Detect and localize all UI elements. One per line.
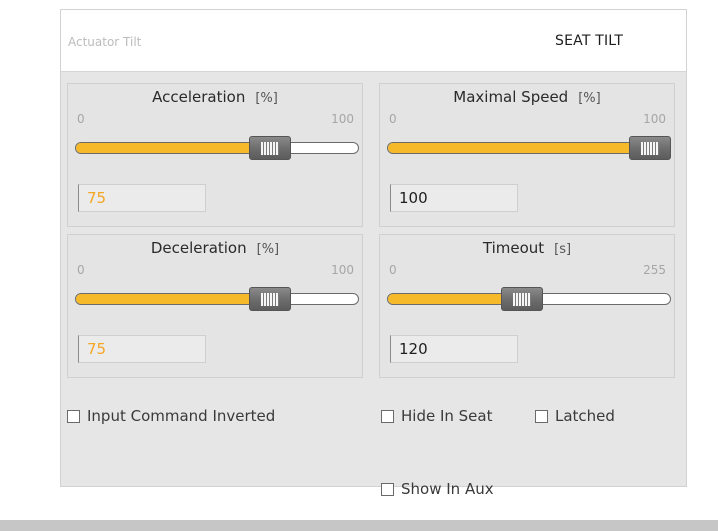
deceleration-value-input[interactable] <box>78 335 206 363</box>
acceleration-slider-handle[interactable] <box>249 136 292 160</box>
deceleration-slider-track[interactable] <box>75 293 359 305</box>
hide-in-seat-label: Hide In Seat <box>401 407 493 425</box>
max-speed-slider-fill <box>388 143 651 153</box>
checkbox-icon <box>381 482 394 496</box>
timeout-group: Timeout [s] 0 255 <box>379 234 675 378</box>
bottom-scrollbar[interactable] <box>0 520 718 531</box>
latched-checkbox[interactable]: Latched <box>535 407 615 425</box>
page-title: SEAT TILT <box>555 33 624 49</box>
acceleration-max-label: 100 <box>331 112 354 126</box>
acceleration-slider-fill <box>76 143 272 153</box>
grip-icon <box>641 142 659 155</box>
timeout-min-label: 0 <box>389 263 397 277</box>
timeout-slider-handle[interactable] <box>500 287 543 311</box>
timeout-unit: [s] <box>554 242 572 257</box>
checkbox-icon <box>381 409 394 423</box>
deceleration-label: Deceleration <box>150 239 247 257</box>
max-speed-label: Maximal Speed <box>453 88 569 106</box>
max-speed-slider-handle[interactable] <box>629 136 671 160</box>
deceleration-unit: [%] <box>256 242 280 257</box>
max-speed-group: Maximal Speed [%] 0 100 <box>379 83 675 227</box>
deceleration-max-label: 100 <box>331 263 354 277</box>
timeout-max-label: 255 <box>643 263 666 277</box>
deceleration-group: Deceleration [%] 0 100 <box>67 234 363 378</box>
group-title: Acceleration [%] <box>68 88 362 106</box>
max-speed-min-label: 0 <box>389 112 397 126</box>
group-title: Maximal Speed [%] <box>380 88 674 106</box>
group-title: Deceleration [%] <box>68 239 362 257</box>
timeout-label: Timeout <box>482 239 545 257</box>
acceleration-unit: [%] <box>255 91 278 106</box>
acceleration-slider-track[interactable] <box>75 142 359 154</box>
grip-icon <box>261 293 280 306</box>
latched-label: Latched <box>555 407 615 425</box>
checkbox-icon <box>67 409 80 423</box>
header-bar: SEAT TILT <box>61 10 686 72</box>
max-speed-unit: [%] <box>578 91 601 106</box>
grip-icon <box>512 293 531 306</box>
acceleration-value-input[interactable] <box>78 184 206 212</box>
group-title: Timeout [s] <box>380 239 674 257</box>
grip-icon <box>261 142 280 155</box>
actuator-name-input[interactable] <box>68 32 268 52</box>
input-command-inverted-label: Input Command Inverted <box>87 407 276 425</box>
show-in-aux-checkbox[interactable]: Show In Aux <box>381 480 494 498</box>
deceleration-slider-handle[interactable] <box>249 287 292 311</box>
acceleration-label: Acceleration <box>152 88 246 106</box>
input-command-inverted-checkbox[interactable]: Input Command Inverted <box>67 407 275 425</box>
acceleration-min-label: 0 <box>77 112 85 126</box>
timeout-value-input[interactable] <box>390 335 518 363</box>
hide-in-seat-checkbox[interactable]: Hide In Seat <box>381 407 493 425</box>
max-speed-value-input[interactable] <box>390 184 518 212</box>
checkbox-icon <box>535 409 548 423</box>
deceleration-min-label: 0 <box>77 263 85 277</box>
deceleration-slider-fill <box>76 294 272 304</box>
show-in-aux-label: Show In Aux <box>401 480 494 498</box>
acceleration-group: Acceleration [%] 0 100 <box>67 83 363 227</box>
max-speed-max-label: 100 <box>643 112 666 126</box>
